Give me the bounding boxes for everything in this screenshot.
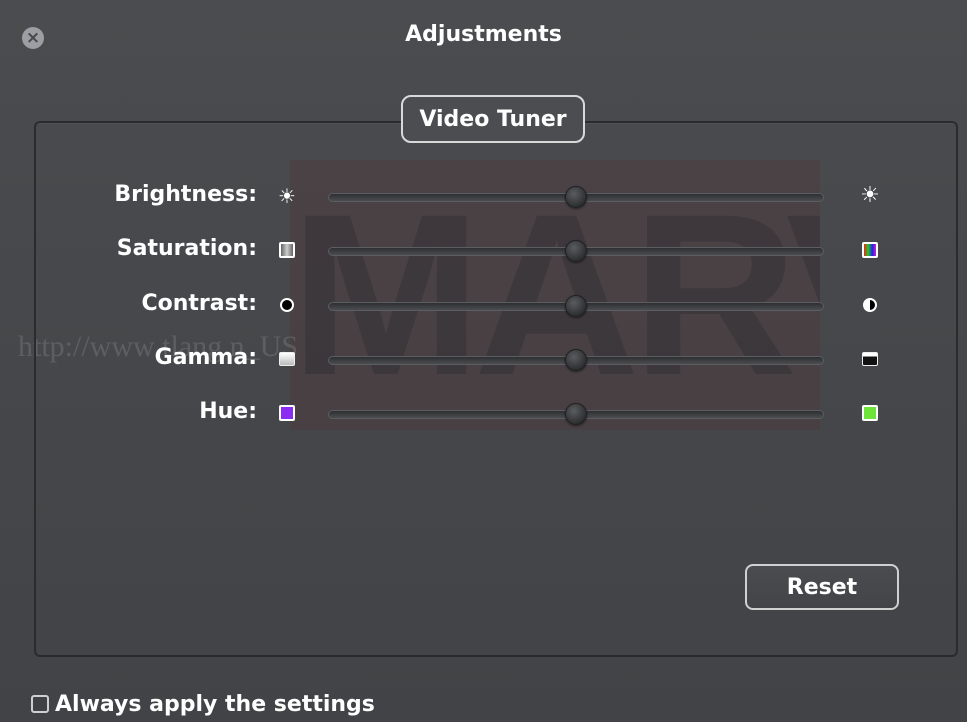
slider-row-contrast: Contrast: — [0, 287, 967, 327]
always-apply-checkbox[interactable] — [31, 695, 49, 713]
sun-small-icon: ☀ — [278, 184, 296, 208]
green-square-icon — [858, 401, 882, 425]
contrast-slider-thumb[interactable] — [565, 295, 587, 317]
always-apply-label: Always apply the settings — [55, 691, 375, 717]
contrast-label: Contrast: — [141, 291, 257, 316]
black-circle-icon — [275, 293, 299, 317]
grayscale-square-icon — [275, 238, 299, 262]
slider-row-gamma: Gamma: — [0, 341, 967, 381]
window-title: Adjustments — [405, 22, 562, 47]
gamma-label: Gamma: — [154, 345, 257, 370]
gamma-slider-thumb[interactable] — [565, 349, 587, 371]
slider-row-brightness: Brightness: ☀ ☀ — [0, 178, 967, 218]
hue-slider-thumb[interactable] — [565, 403, 587, 425]
sun-large-icon: ☀ — [860, 183, 880, 208]
brightness-slider-thumb[interactable] — [565, 186, 587, 208]
saturation-label: Saturation: — [116, 236, 257, 261]
slider-row-hue: Hue: — [0, 395, 967, 435]
hue-label: Hue: — [199, 399, 257, 424]
half-circle-icon — [858, 293, 882, 317]
brightness-label: Brightness: — [114, 182, 257, 207]
dark-gradient-square-icon — [858, 347, 882, 371]
slider-row-saturation: Saturation: — [0, 232, 967, 272]
title-bar: × Adjustments — [0, 0, 967, 80]
purple-square-icon — [275, 401, 299, 425]
tab-video-tuner[interactable]: Video Tuner — [401, 95, 585, 143]
reset-button[interactable]: Reset — [745, 564, 899, 610]
color-square-icon — [858, 238, 882, 262]
adjustments-window: MARVEL http://www tlang n_US × Adjustmen… — [0, 0, 967, 722]
light-gradient-square-icon — [275, 347, 299, 371]
always-apply-row: Always apply the settings — [31, 687, 375, 721]
saturation-slider-thumb[interactable] — [565, 240, 587, 262]
